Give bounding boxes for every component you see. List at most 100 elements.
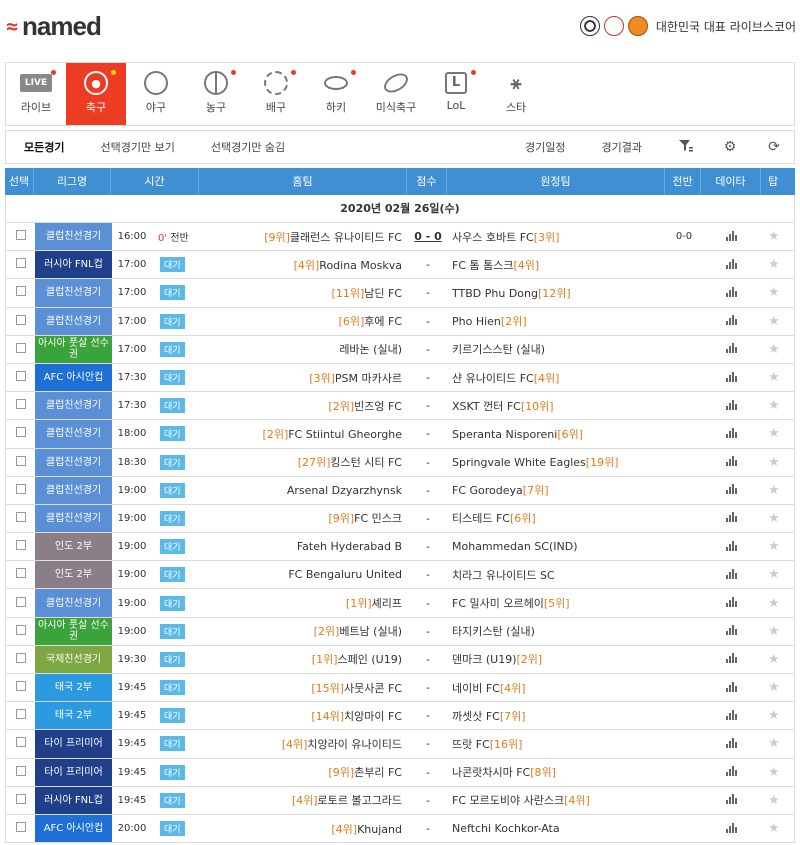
league-badge[interactable]: 클럽친선경기 xyxy=(35,392,112,420)
select-checkbox[interactable] xyxy=(15,709,26,720)
select-checkbox[interactable] xyxy=(15,483,26,494)
home-team[interactable]: [6위]후에 FC xyxy=(200,313,408,329)
stats-chart-icon[interactable] xyxy=(725,427,739,438)
league-badge[interactable]: 태국 2부 xyxy=(35,702,112,730)
away-team[interactable]: 까셋삿 FC[7위] xyxy=(448,708,666,724)
league-badge[interactable]: 클럽친선경기 xyxy=(35,589,112,617)
select-checkbox[interactable] xyxy=(15,652,26,663)
league-badge[interactable]: 클럽친선경기 xyxy=(35,504,112,533)
select-checkbox[interactable] xyxy=(15,511,26,522)
home-team[interactable]: [4위]치앙라이 유나이티드 xyxy=(200,736,408,752)
stats-chart-icon[interactable] xyxy=(725,709,739,720)
nav-item-2[interactable]: 야구 xyxy=(126,63,186,125)
select-checkbox[interactable] xyxy=(15,314,26,325)
league-badge[interactable]: 러시아 FNL컵 xyxy=(35,251,112,279)
star-icon[interactable]: ★ xyxy=(762,567,786,582)
select-checkbox[interactable] xyxy=(15,822,26,833)
select-checkbox[interactable] xyxy=(15,286,26,297)
away-team[interactable]: FC 모르도비야 사란스크[4위] xyxy=(448,792,666,808)
league-badge[interactable]: 아시아 풋살 선수권 xyxy=(35,335,112,363)
stats-chart-icon[interactable] xyxy=(725,399,739,410)
away-team[interactable]: Springvale White Eagles[19위] xyxy=(448,454,666,470)
star-icon[interactable]: ★ xyxy=(762,736,786,751)
home-team[interactable]: [2위]FC Stiintul Gheorghe xyxy=(200,426,408,442)
home-team[interactable]: [9위]FC 민스크 xyxy=(200,510,408,526)
logo[interactable]: ≈ named xyxy=(6,13,102,39)
stats-chart-icon[interactable] xyxy=(725,286,739,297)
league-badge[interactable]: 클럽친선경기 xyxy=(35,279,112,307)
home-team[interactable]: [11위]남딘 FC xyxy=(200,285,408,301)
results-link[interactable]: 경기결과 xyxy=(602,139,642,155)
away-team[interactable]: 나콘랏차시마 FC[8위] xyxy=(448,764,666,780)
league-badge[interactable]: 아시아 풋살 선수권 xyxy=(35,617,112,645)
league-badge[interactable]: 클럽친선경기 xyxy=(35,476,112,504)
home-team[interactable]: [3위]PSM 마카사르 xyxy=(200,370,408,386)
schedule-link[interactable]: 경기일정 xyxy=(525,139,565,155)
home-team[interactable]: [14위]치앙마이 FC xyxy=(200,708,408,724)
select-checkbox[interactable] xyxy=(15,737,26,748)
gear-icon[interactable]: ⚙ xyxy=(722,139,738,155)
nav-item-6[interactable]: 미식축구 xyxy=(366,63,426,125)
select-checkbox[interactable] xyxy=(15,427,26,438)
league-badge[interactable]: 클럽친선경기 xyxy=(35,223,112,251)
league-badge[interactable]: 타이 프리미어 xyxy=(35,730,112,758)
stats-chart-icon[interactable] xyxy=(725,568,739,579)
select-checkbox[interactable] xyxy=(15,455,26,466)
stats-chart-icon[interactable] xyxy=(725,681,739,692)
nav-item-5[interactable]: 하키 xyxy=(306,63,366,125)
stats-chart-icon[interactable] xyxy=(725,371,739,382)
select-checkbox[interactable] xyxy=(15,371,26,382)
away-team[interactable]: FC Gorodeya[7위] xyxy=(448,482,666,498)
select-checkbox[interactable] xyxy=(15,258,26,269)
stats-chart-icon[interactable] xyxy=(725,540,739,551)
away-team[interactable]: 티스테드 FC[6위] xyxy=(448,510,666,526)
star-icon[interactable]: ★ xyxy=(762,229,786,244)
league-badge[interactable]: 클럽친선경기 xyxy=(35,307,112,335)
star-icon[interactable]: ★ xyxy=(762,539,786,554)
home-team[interactable]: [2위]빈즈엉 FC xyxy=(200,398,408,414)
away-team[interactable]: Speranta Nisporeni[6위] xyxy=(448,426,666,442)
stats-chart-icon[interactable] xyxy=(725,822,739,833)
away-team[interactable]: 사우스 호바트 FC[3위] xyxy=(448,229,666,245)
filter-icon[interactable] xyxy=(678,139,694,155)
star-icon[interactable]: ★ xyxy=(762,596,786,611)
home-team[interactable]: [9위]클래런스 유나이티드 FC xyxy=(200,229,408,245)
home-team[interactable]: [15위]사뭇사콘 FC xyxy=(200,680,408,696)
home-team[interactable]: FC Bengaluru United xyxy=(200,568,408,581)
league-badge[interactable]: 클럽친선경기 xyxy=(35,420,112,448)
home-team[interactable]: [2위]베트남 (실내) xyxy=(200,623,408,639)
away-team[interactable]: TTBD Phu Dong[12위] xyxy=(448,285,666,301)
star-icon[interactable]: ★ xyxy=(762,342,786,357)
star-icon[interactable]: ★ xyxy=(762,398,786,413)
star-icon[interactable]: ★ xyxy=(762,426,786,441)
stats-chart-icon[interactable] xyxy=(725,258,739,269)
star-icon[interactable]: ★ xyxy=(762,793,786,808)
select-checkbox[interactable] xyxy=(15,681,26,692)
filter-all-tab[interactable]: 모든경기 xyxy=(24,139,64,155)
away-team[interactable]: Pho Hien[2위] xyxy=(448,313,666,329)
star-icon[interactable]: ★ xyxy=(762,765,786,780)
select-checkbox[interactable] xyxy=(15,765,26,776)
select-checkbox[interactable] xyxy=(15,342,26,353)
away-team[interactable]: Mohammedan SC(IND) xyxy=(448,540,666,553)
stats-chart-icon[interactable] xyxy=(725,342,739,354)
league-badge[interactable]: AFC 아시안컵 xyxy=(35,814,112,843)
select-checkbox[interactable] xyxy=(15,399,26,410)
home-team[interactable]: [1위]셰리프 xyxy=(200,595,408,611)
stats-chart-icon[interactable] xyxy=(725,483,739,495)
home-team[interactable]: [4위]로토르 볼고그라드 xyxy=(200,792,408,808)
away-team[interactable]: 샨 유나이티드 FC[4위] xyxy=(448,370,666,386)
home-team[interactable]: [1위]스페인 (U19) xyxy=(200,651,408,667)
home-team[interactable]: 레바논 (실내) xyxy=(200,341,408,357)
select-checkbox[interactable] xyxy=(15,624,26,635)
stats-chart-icon[interactable] xyxy=(725,624,739,636)
league-badge[interactable]: 국제친선경기 xyxy=(35,645,112,673)
home-team[interactable]: Fateh Hyderabad B xyxy=(200,540,408,553)
stats-chart-icon[interactable] xyxy=(725,596,739,608)
star-icon[interactable]: ★ xyxy=(762,680,786,695)
star-icon[interactable]: ★ xyxy=(762,821,786,836)
league-badge[interactable]: 러시아 FNL컵 xyxy=(35,786,112,814)
home-team[interactable]: Arsenal Dzyarzhynsk xyxy=(200,484,408,497)
league-badge[interactable]: 타이 프리미어 xyxy=(35,758,112,786)
away-team[interactable]: 치라그 유나이티드 SC xyxy=(448,567,666,583)
